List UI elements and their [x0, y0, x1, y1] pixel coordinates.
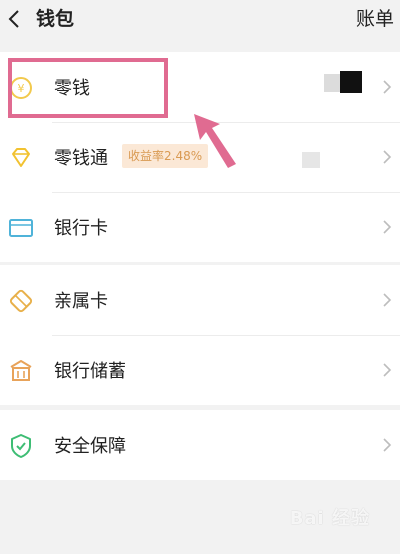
wallet-group-security: 安全保障	[0, 410, 400, 480]
wallet-group-family: 亲属卡 银行储蓄	[0, 265, 400, 405]
list-item-label: 银行卡	[54, 218, 108, 239]
chevron-right-icon	[383, 220, 392, 234]
list-item-label: 亲属卡	[54, 291, 108, 312]
highlight-annotation	[8, 58, 168, 118]
balance-redacted-dark	[340, 71, 362, 93]
header-bar: 钱包 账单	[0, 0, 400, 40]
shield-icon	[11, 434, 31, 458]
family-card-icon	[9, 289, 33, 313]
bank-card-icon	[9, 219, 33, 237]
balance-redacted	[302, 152, 320, 168]
balance-redacted	[324, 74, 340, 92]
list-item-bank-card[interactable]: 银行卡	[0, 192, 400, 262]
chevron-right-icon	[383, 293, 392, 307]
back-arrow-icon[interactable]	[4, 8, 26, 30]
list-item-bank-deposit[interactable]: 银行储蓄	[0, 335, 400, 405]
diamond-icon	[12, 148, 30, 167]
pointer-arrow-annotation	[194, 114, 236, 168]
list-item-label: 零钱通	[54, 148, 108, 169]
list-item-label: 安全保障	[54, 436, 126, 457]
watermark: Bai 经验	[289, 508, 370, 529]
chevron-right-icon	[383, 438, 392, 452]
bank-deposit-icon	[10, 360, 32, 381]
list-item-security[interactable]: 安全保障	[0, 410, 400, 480]
chevron-right-icon	[383, 150, 392, 164]
list-item-family-card[interactable]: 亲属卡	[0, 265, 400, 335]
page-title: 钱包	[36, 8, 75, 30]
bill-button[interactable]: 账单	[356, 4, 394, 31]
chevron-right-icon	[383, 80, 392, 94]
chevron-right-icon	[383, 363, 392, 377]
list-item-label: 银行储蓄	[54, 361, 126, 382]
